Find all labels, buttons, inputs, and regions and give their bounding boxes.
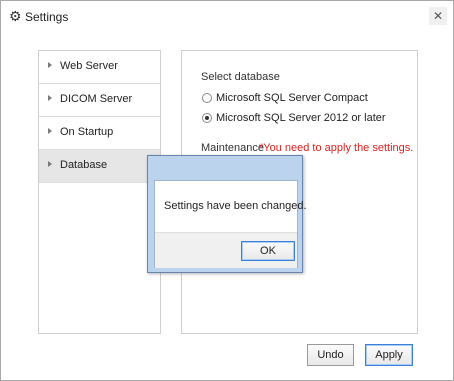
sidebar-item-label: Web Server — [60, 60, 118, 72]
chevron-right-icon — [48, 62, 52, 68]
window-title: Settings — [25, 10, 69, 24]
dialog-footer: OK — [155, 232, 297, 268]
close-button[interactable]: ✕ — [429, 7, 447, 25]
sidebar-item-label: DICOM Server — [60, 93, 133, 105]
sidebar-item-web-server[interactable]: Web Server — [39, 51, 160, 84]
apply-warning: *You need to apply the settings. — [259, 142, 414, 154]
chevron-right-icon — [48, 161, 52, 167]
maintenance-label: Maintenance — [201, 142, 264, 154]
radio-sql-compact-label[interactable]: Microsoft SQL Server Compact — [216, 92, 368, 104]
undo-button[interactable]: Undo — [307, 344, 354, 366]
dialog-message: Settings have been changed. — [164, 200, 307, 212]
chevron-right-icon — [48, 95, 52, 101]
chevron-right-icon — [48, 128, 52, 134]
apply-button[interactable]: Apply — [365, 344, 413, 366]
radio-selected-dot — [205, 116, 209, 120]
radio-sql-2012-label[interactable]: Microsoft SQL Server 2012 or later — [216, 112, 386, 124]
ok-button[interactable]: OK — [241, 241, 295, 261]
settings-window: ⚙ Settings ✕ Web Server DICOM Server On … — [0, 0, 454, 381]
dialog-body: Settings have been changed. OK — [154, 180, 307, 268]
settings-sidebar: Web Server DICOM Server On Startup Datab… — [38, 50, 161, 334]
radio-sql-2012[interactable] — [202, 113, 212, 123]
title-bar: ⚙ Settings ✕ — [1, 1, 453, 31]
sidebar-item-dicom-server[interactable]: DICOM Server — [39, 84, 160, 117]
select-database-label: Select database — [201, 71, 280, 83]
radio-sql-compact[interactable] — [202, 93, 212, 103]
sidebar-item-label: On Startup — [60, 126, 114, 138]
settings-changed-dialog: Settings have been changed. OK — [147, 155, 307, 273]
sidebar-item-database[interactable]: Database — [39, 150, 160, 183]
sidebar-item-on-startup[interactable]: On Startup — [39, 117, 160, 150]
sidebar-item-label: Database — [60, 159, 108, 171]
gear-icon: ⚙ — [9, 8, 22, 24]
